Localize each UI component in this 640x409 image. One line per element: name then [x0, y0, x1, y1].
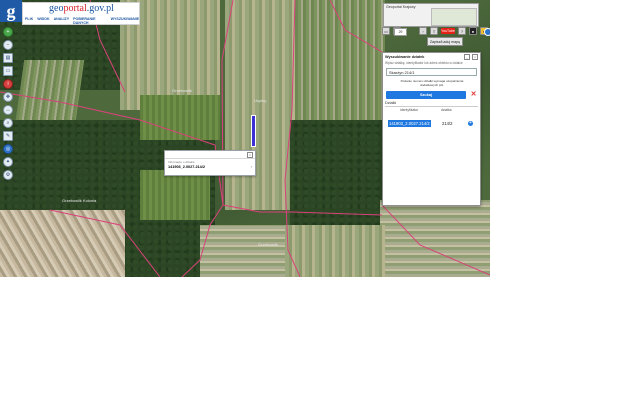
boundary-line — [381, 204, 490, 276]
brand-name-part: .gov.pl — [86, 3, 114, 14]
panel-window-controls: _ × — [464, 54, 478, 60]
map-place-label: Grzebowilk — [172, 88, 192, 93]
panel-note: Podanie numeru działki wymaga uzupełnien… — [400, 79, 464, 87]
menu-item-wyszukiwanie[interactable]: WYSZUKIWANIE — [111, 17, 139, 25]
boundary-line — [181, 0, 234, 277]
brand-name: geoportal.gov.pl — [49, 3, 114, 14]
overview-map-widget[interactable]: Geoportal Krajowy — [383, 3, 479, 27]
result-identyfikator[interactable]: 141903_2.0027.214/2 — [388, 120, 431, 127]
menu-item-plik[interactable]: PLIK — [25, 17, 33, 25]
overview-title: Geoportal Krajowy — [386, 5, 416, 9]
settings-icon[interactable]: ⚙ — [3, 170, 13, 180]
location-icon[interactable]: ◎ — [3, 144, 13, 154]
search-icon[interactable]: ⌕ — [3, 118, 13, 128]
main-menu: PLIK WIDOK ANALIZY POBIERANIE DANYCH WYS… — [25, 17, 139, 25]
parcel-info-popup: □ Informacje o działce 141903_2.0027.214… — [164, 150, 256, 176]
geoportal-app: Grzebowilk Uspiny Grzebowilk Kolonia Grz… — [0, 0, 490, 277]
menu-item-pobieranie-danych[interactable]: POBIERANIE DANYCH — [73, 17, 106, 25]
overview-map[interactable] — [431, 8, 477, 26]
boundary-line — [329, 0, 383, 53]
panel-help-text: Wpisz działkę, identyfikator lub adres o… — [385, 61, 463, 65]
map-place-label: Grzebowilk — [258, 242, 278, 247]
info-icon[interactable]: i — [3, 79, 13, 89]
layers-icon[interactable]: ▤ — [3, 53, 13, 63]
boundary-line — [49, 209, 161, 277]
draw-icon[interactable]: ✎ — [3, 131, 13, 141]
brand-name-part: portal — [63, 3, 87, 14]
geoportal-logo[interactable]: g — [0, 0, 22, 22]
clear-icon[interactable]: ✕ — [470, 91, 477, 99]
pan-icon[interactable]: ✥ — [3, 92, 13, 102]
highlighted-parcel[interactable] — [251, 115, 256, 147]
column-header-identyfikator: identyfikator — [400, 108, 419, 112]
menu-item-widok[interactable]: WIDOK — [37, 17, 49, 25]
compass-icon[interactable]: ✦ — [3, 157, 13, 167]
search-button[interactable]: Szukaj — [386, 91, 466, 99]
youtube-icon[interactable]: YouTube — [441, 28, 455, 34]
zoom-out-icon[interactable]: − — [3, 40, 13, 50]
close-icon[interactable]: × — [472, 54, 478, 60]
minimize-icon[interactable]: _ — [464, 54, 470, 60]
column-header-dzialka: działka — [441, 108, 452, 112]
forward-icon[interactable]: › — [419, 27, 427, 35]
map-place-label: Grzebowilk Kolonia — [62, 198, 97, 203]
divider — [385, 106, 478, 107]
share-icon[interactable]: ⇪ — [430, 27, 438, 35]
parcel-search-input[interactable]: Skarżyn 214/1 — [386, 68, 477, 76]
zoom-in-icon[interactable]: + — [3, 27, 13, 37]
boundary-line — [0, 91, 224, 206]
popup-parcel-id[interactable]: 141903_2.0027.214/2 — [165, 164, 255, 169]
brand-header: geoportal.gov.pl PLIK WIDOK ANALIZY POBI… — [22, 2, 140, 25]
zoom-level-select[interactable]: 29 — [394, 28, 407, 36]
theme-icon[interactable]: ● — [469, 27, 477, 35]
youtube-label: YouTube — [441, 29, 455, 33]
panel-title: Wyszukiwanie działek — [385, 55, 425, 59]
results-section-title: Działki — [385, 101, 397, 105]
measure-icon[interactable]: ↔ — [3, 105, 13, 115]
brand-name-part: geo — [49, 3, 64, 14]
print-icon[interactable]: ▭ — [382, 27, 390, 35]
map-toolbar: + − ▤ ▭ i ✥ ↔ ⌕ ✎ ◎ ✦ ⚙ — [3, 27, 13, 180]
popup-header: □ — [165, 151, 255, 159]
add-icon[interactable]: + — [468, 121, 473, 126]
boundary-line — [222, 204, 383, 216]
save-load-map-button[interactable]: Zapisz/Ładuj mapę — [427, 37, 463, 46]
map-place-label: Uspiny — [254, 98, 267, 103]
print-icon[interactable]: ▭ — [3, 66, 13, 76]
help-icon[interactable]: ? — [458, 27, 466, 35]
menu-item-analizy[interactable]: ANALIZY — [54, 17, 70, 25]
result-dzialka: 214/2 — [442, 121, 453, 126]
blank-area — [490, 0, 640, 277]
parcel-search-panel: Wyszukiwanie działek _ × Wpisz działkę, … — [382, 52, 481, 206]
chevron-right-icon[interactable]: › — [251, 164, 252, 169]
boundary-line — [284, 0, 301, 277]
close-icon[interactable]: □ — [247, 152, 253, 158]
